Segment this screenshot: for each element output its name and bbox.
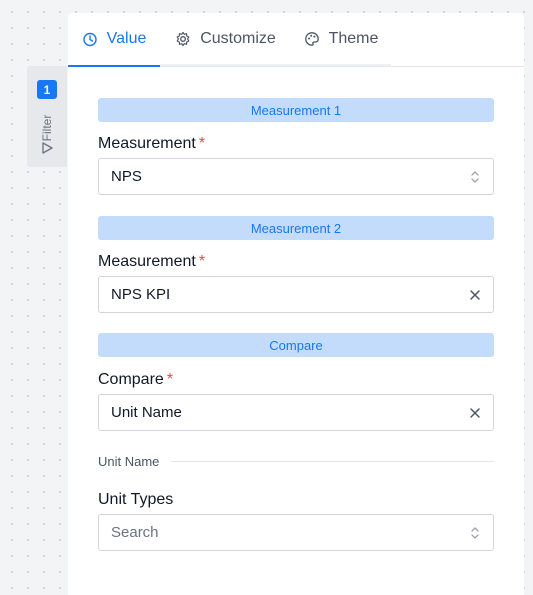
tab-value[interactable]: Value (68, 13, 160, 67)
filter-count-badge: 1 (37, 80, 57, 99)
palette-icon (304, 32, 319, 46)
filter-label: Filter (40, 114, 54, 142)
unit-types-placeholder: Search (111, 524, 159, 541)
measurement-1-label-text: Measurement (98, 135, 196, 152)
close-icon[interactable] (468, 405, 482, 421)
tab-bar: Value Customize Theme (68, 13, 524, 67)
compare-label-text: Compare (98, 371, 164, 388)
chevron-updown-icon (471, 527, 479, 539)
section-compare: Compare (98, 333, 494, 357)
required-asterisk: * (198, 253, 206, 270)
unit-types-select[interactable]: Search (98, 514, 494, 551)
section-measurement-2: Measurement 2 (98, 216, 494, 240)
tab-theme[interactable]: Theme (291, 13, 391, 67)
tab-theme-label: Theme (328, 30, 379, 47)
divider-label: Unit Name (98, 453, 160, 469)
measurement-1-select[interactable]: NPS (98, 158, 494, 195)
chevron-updown-icon (471, 171, 479, 183)
measurement-1-value: NPS (111, 168, 142, 185)
section-measurement-1: Measurement 1 (98, 98, 494, 122)
filter-tab[interactable]: 1 Filter (27, 66, 67, 167)
measurement-1-label: Measurement * (98, 135, 205, 153)
required-asterisk: * (198, 135, 206, 152)
measurement-2-select[interactable]: NPS KPI (98, 276, 494, 313)
unit-name-divider: Unit Name (98, 453, 494, 469)
measurement-2-value: NPS KPI (111, 286, 171, 303)
required-asterisk: * (166, 371, 174, 388)
measurement-2-label: Measurement * (98, 253, 205, 271)
tab-customize-label: Customize (200, 30, 276, 47)
tab-customize[interactable]: Customize (160, 13, 291, 67)
timer-icon (82, 32, 97, 47)
gear-icon (176, 31, 190, 47)
settings-panel: Value Customize Theme Measurement 1 Meas… (68, 13, 524, 595)
close-icon[interactable] (468, 287, 482, 303)
compare-value: Unit Name (111, 404, 182, 421)
measurement-2-label-text: Measurement (98, 253, 196, 270)
unit-types-label: Unit Types (98, 491, 174, 508)
filter-icon (42, 142, 53, 154)
tab-value-label: Value (106, 30, 147, 47)
divider-line (171, 460, 494, 462)
compare-label: Compare * (98, 371, 173, 389)
compare-select[interactable]: Unit Name (98, 394, 494, 431)
